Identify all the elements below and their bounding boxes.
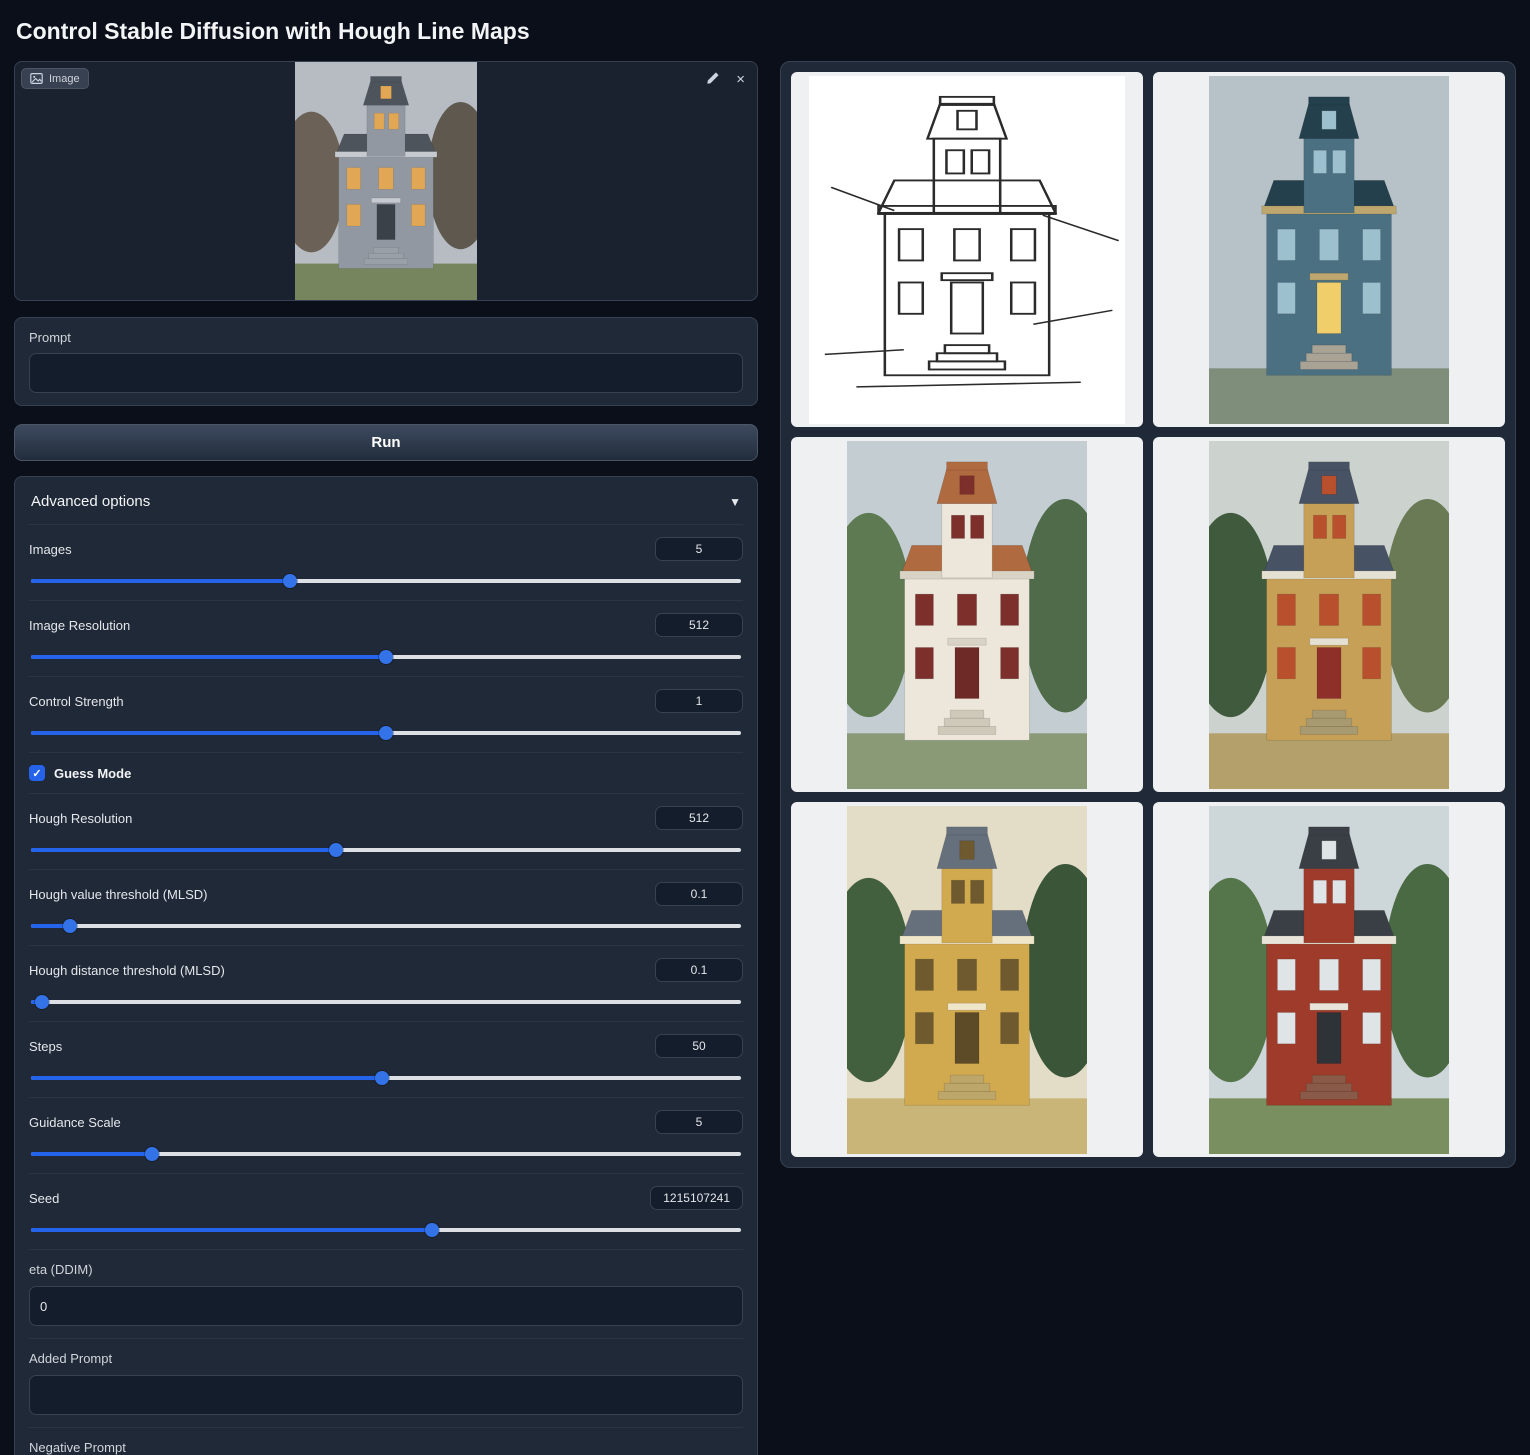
image-resolution-value[interactable]: 512	[655, 613, 743, 637]
hough-value-threshold-slider[interactable]	[31, 919, 741, 933]
image-input-panel: Image ×	[14, 61, 758, 301]
edit-image-button[interactable]	[704, 69, 722, 90]
output-column	[780, 61, 1516, 1168]
slider-handle[interactable]	[329, 843, 343, 857]
slider-handle[interactable]	[283, 574, 297, 588]
generated-image-4	[847, 806, 1087, 1154]
control-strength-slider[interactable]	[31, 726, 741, 740]
images-label: Images	[29, 542, 72, 557]
slider-track	[31, 924, 741, 928]
images-value[interactable]: 5	[655, 537, 743, 561]
negative-prompt-row: Negative Prompt	[29, 1427, 743, 1455]
advanced-options-panel: Advanced options ▼ Images 5	[14, 476, 758, 1455]
hough-value-threshold-row: Hough value threshold (MLSD) 0.1	[29, 869, 743, 945]
slider-handle[interactable]	[379, 650, 393, 664]
input-image[interactable]	[295, 62, 477, 301]
guidance-scale-slider[interactable]	[31, 1147, 741, 1161]
gallery-item-hough-map[interactable]	[791, 72, 1143, 427]
guess-mode-row: Guess Mode	[29, 752, 743, 793]
slider-handle[interactable]	[63, 919, 77, 933]
hough-value-threshold-value[interactable]: 0.1	[655, 882, 743, 906]
image-resolution-slider[interactable]	[31, 650, 741, 664]
guess-mode-label: Guess Mode	[54, 766, 131, 781]
image-input-label: Image	[21, 68, 89, 89]
eta-label: eta (DDIM)	[29, 1262, 743, 1277]
hough-resolution-label: Hough Resolution	[29, 811, 132, 826]
seed-slider[interactable]	[31, 1223, 741, 1237]
added-prompt-input[interactable]	[29, 1375, 743, 1415]
seed-row: Seed 1215107241	[29, 1173, 743, 1249]
images-slider[interactable]	[31, 574, 741, 588]
prompt-block: Prompt	[14, 317, 758, 406]
slider-track	[31, 1152, 741, 1156]
page-title: Control Stable Diffusion with Hough Line…	[16, 18, 1516, 45]
generated-image-2	[847, 441, 1087, 789]
gallery-item-result-3[interactable]	[1153, 437, 1505, 792]
control-strength-value[interactable]: 1	[655, 689, 743, 713]
result-gallery	[780, 61, 1516, 1168]
prompt-input[interactable]	[29, 353, 743, 393]
image-resolution-label: Image Resolution	[29, 618, 130, 633]
run-button[interactable]: Run	[14, 424, 758, 461]
edit-icon	[706, 71, 720, 85]
hough-distance-threshold-value[interactable]: 0.1	[655, 958, 743, 982]
chevron-down-icon: ▼	[729, 495, 741, 509]
slider-handle[interactable]	[425, 1223, 439, 1237]
gallery-item-result-2[interactable]	[791, 437, 1143, 792]
clear-image-button[interactable]: ×	[734, 69, 747, 90]
gallery-item-result-1[interactable]	[1153, 72, 1505, 427]
steps-label: Steps	[29, 1039, 62, 1054]
hough-resolution-value[interactable]: 512	[655, 806, 743, 830]
control-strength-row: Control Strength 1	[29, 676, 743, 752]
image-input-label-text: Image	[49, 73, 80, 85]
images-row: Images 5	[29, 524, 743, 600]
slider-handle[interactable]	[145, 1147, 159, 1161]
controls-column: Image × Prompt Run	[14, 61, 758, 1455]
steps-slider[interactable]	[31, 1071, 741, 1085]
added-prompt-row: Added Prompt	[29, 1338, 743, 1427]
hough-distance-threshold-label: Hough distance threshold (MLSD)	[29, 963, 225, 978]
seed-value[interactable]: 1215107241	[650, 1186, 743, 1210]
steps-value[interactable]: 50	[655, 1034, 743, 1058]
image-resolution-row: Image Resolution 512	[29, 600, 743, 676]
seed-label: Seed	[29, 1191, 59, 1206]
slider-track	[31, 1000, 741, 1004]
gallery-item-result-5[interactable]	[1153, 802, 1505, 1157]
slider-handle[interactable]	[35, 995, 49, 1009]
slider-track	[31, 579, 741, 583]
hough-line-map-image	[809, 76, 1125, 424]
hough-distance-threshold-row: Hough distance threshold (MLSD) 0.1	[29, 945, 743, 1021]
generated-image-1	[1209, 76, 1449, 424]
hough-resolution-row: Hough Resolution 512	[29, 793, 743, 869]
slider-track	[31, 1228, 741, 1232]
slider-handle[interactable]	[379, 726, 393, 740]
guidance-scale-row: Guidance Scale 5	[29, 1097, 743, 1173]
control-strength-label: Control Strength	[29, 694, 124, 709]
advanced-options-title: Advanced options	[31, 493, 150, 510]
eta-row: eta (DDIM)	[29, 1249, 743, 1338]
guidance-scale-label: Guidance Scale	[29, 1115, 121, 1130]
hough-distance-threshold-slider[interactable]	[31, 995, 741, 1009]
steps-row: Steps 50	[29, 1021, 743, 1097]
added-prompt-label: Added Prompt	[29, 1351, 743, 1366]
app: Control Stable Diffusion with Hough Line…	[0, 0, 1530, 1455]
slider-track	[31, 848, 741, 852]
generated-image-5	[1209, 806, 1449, 1154]
slider-handle[interactable]	[375, 1071, 389, 1085]
generated-image-3	[1209, 441, 1449, 789]
hough-resolution-slider[interactable]	[31, 843, 741, 857]
hough-value-threshold-label: Hough value threshold (MLSD)	[29, 887, 207, 902]
guidance-scale-value[interactable]: 5	[655, 1110, 743, 1134]
gallery-item-result-4[interactable]	[791, 802, 1143, 1157]
negative-prompt-label: Negative Prompt	[29, 1440, 743, 1455]
guess-mode-checkbox[interactable]	[29, 765, 45, 781]
eta-input[interactable]	[29, 1286, 743, 1326]
advanced-options-accordion[interactable]: Advanced options ▼	[29, 477, 743, 524]
image-icon	[30, 72, 43, 85]
prompt-label: Prompt	[29, 330, 743, 345]
